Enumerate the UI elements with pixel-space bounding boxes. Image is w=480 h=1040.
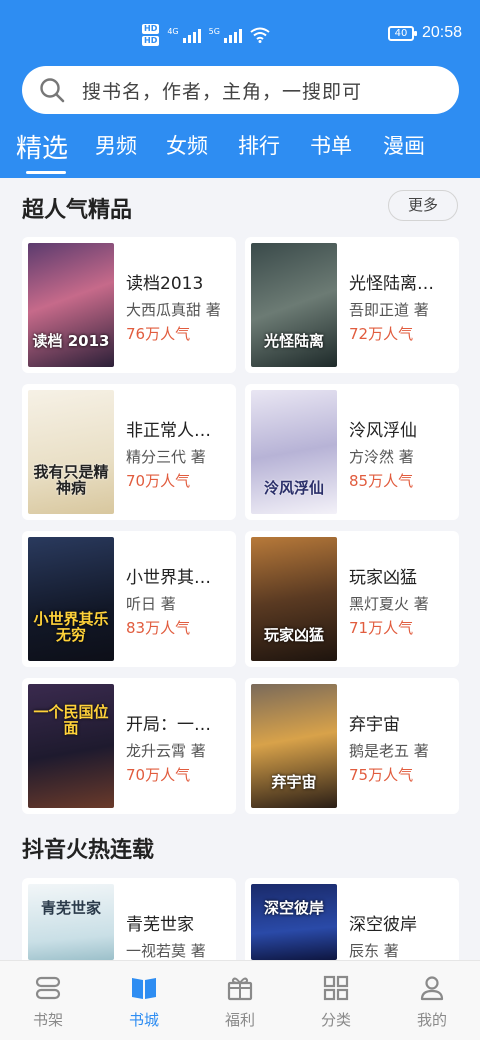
nav-bookshelf[interactable]: 书架 [0,973,96,1030]
book-author: 方泠然 著 [349,448,414,466]
book-title: 深空彼岸 [349,915,417,935]
book-popularity: 75万人气 [349,766,414,784]
book-cover: 青芜世家 [28,884,114,960]
clock: 20:58 [421,24,462,41]
signal-5g-icon: 5G [209,27,242,43]
status-bar-signals: HD HD 4G 5G [142,24,270,46]
book-author: 大西瓜真甜 著 [126,301,221,319]
tab-booklist[interactable]: 书单 [310,130,352,160]
book-cover: 深空彼岸 [251,884,337,960]
tab-comics[interactable]: 漫画 [383,130,425,160]
nav-bookstore[interactable]: 书城 [96,973,192,1030]
book-author: 黑灯夏火 著 [349,595,429,613]
nav-mine[interactable]: 我的 [384,973,480,1030]
nav-category[interactable]: 分类 [288,973,384,1030]
book-popularity: 76万人气 [126,325,191,343]
book-card[interactable]: 泠风浮仙 泠风浮仙 方泠然 著 85万人气 [245,384,459,520]
book-popularity: 70万人气 [126,766,191,784]
status-bar: HD HD 4G 5G 40 20:58 [0,18,480,54]
book-card[interactable]: 深空彼岸 深空彼岸 辰东 著 [245,878,459,960]
wifi-icon [250,27,270,43]
book-author: 龙升云霄 著 [126,742,206,760]
book-cover: 玩家凶猛 [251,537,337,661]
book-author: 吾即正道 著 [349,301,429,319]
section-title-douyin: 抖音火热连载 [22,838,155,863]
book-cover: 我有只是精神病 [28,390,114,514]
search-icon [40,78,65,103]
nav-welfare[interactable]: 福利 [192,973,288,1030]
book-author: 精分三代 著 [126,448,206,466]
tab-indicator [26,171,66,174]
book-cover: 一个民国位面 [28,684,114,808]
category-tabs: 精选 男频 女频 排行 书单 漫画 [0,128,480,178]
book-cover: 读档 2013 [28,243,114,367]
book-popularity: 70万人气 [126,472,191,490]
book-card[interactable]: 一个民国位面 开局：一… 龙升云霄 著 70万人气 [22,678,236,814]
book-popularity: 85万人气 [349,472,414,490]
search-placeholder: 搜书名，作者，主角，一搜即可 [82,80,363,103]
book-title: 青芜世家 [126,915,194,935]
book-card[interactable]: 小世界其乐无穷 小世界其… 听日 著 83万人气 [22,531,236,667]
book-title: 光怪陆离… [349,274,434,294]
book-title: 读档2013 [126,274,204,294]
hd-icon: HD HD [142,24,160,46]
tab-ranking[interactable]: 排行 [238,130,280,160]
tab-male[interactable]: 男频 [95,130,137,160]
tab-featured[interactable]: 精选 [16,128,68,165]
book-author: 辰东 著 [349,942,399,960]
book-card[interactable]: 光怪陆离 光怪陆离… 吾即正道 著 72万人气 [245,237,459,373]
user-icon [420,976,444,1001]
bottom-nav: 书架 书城 福利 分类 我的 [0,960,480,1040]
section-title-popular: 超人气精品 [22,198,133,223]
book-author: 一视若莫 著 [126,942,206,960]
book-card[interactable]: 我有只是精神病 非正常人… 精分三代 著 70万人气 [22,384,236,520]
book-card[interactable]: 弃宇宙 弃宇宙 鹅是老五 著 75万人气 [245,678,459,814]
book-card[interactable]: 读档 2013 读档2013 大西瓜真甜 著 76万人气 [22,237,236,373]
book-author: 鹅是老五 著 [349,742,429,760]
top-header: HD HD 4G 5G 40 20:58 搜书名，作者，主角，一搜即可 精选 男… [0,0,480,178]
book-title: 弃宇宙 [349,715,400,735]
book-popularity: 71万人气 [349,619,414,637]
book-cover: 泠风浮仙 [251,390,337,514]
grid-icon [323,975,349,1001]
book-popularity: 83万人气 [126,619,191,637]
book-open-icon [132,978,156,999]
book-cover: 光怪陆离 [251,243,337,367]
gift-icon [227,977,253,1001]
book-title: 非正常人… [126,421,211,441]
more-button[interactable]: 更多 [388,190,458,221]
book-popularity: 72万人气 [349,325,414,343]
tab-female[interactable]: 女频 [166,130,208,160]
book-title: 开局：一… [126,715,211,735]
book-cover: 小世界其乐无穷 [28,537,114,661]
book-cover: 弃宇宙 [251,684,337,808]
book-author: 听日 著 [126,595,176,613]
book-title: 小世界其… [126,568,211,588]
book-title: 玩家凶猛 [349,568,417,588]
book-card[interactable]: 玩家凶猛 玩家凶猛 黑灯夏火 著 71万人气 [245,531,459,667]
bookshelf-icon [35,976,61,1000]
search-bar[interactable]: 搜书名，作者，主角，一搜即可 [22,66,459,114]
book-card[interactable]: 青芜世家 青芜世家 一视若莫 著 [22,878,236,960]
book-title: 泠风浮仙 [349,421,417,441]
signal-4g-icon: 4G [167,27,201,43]
battery-icon: 40 [387,25,417,41]
